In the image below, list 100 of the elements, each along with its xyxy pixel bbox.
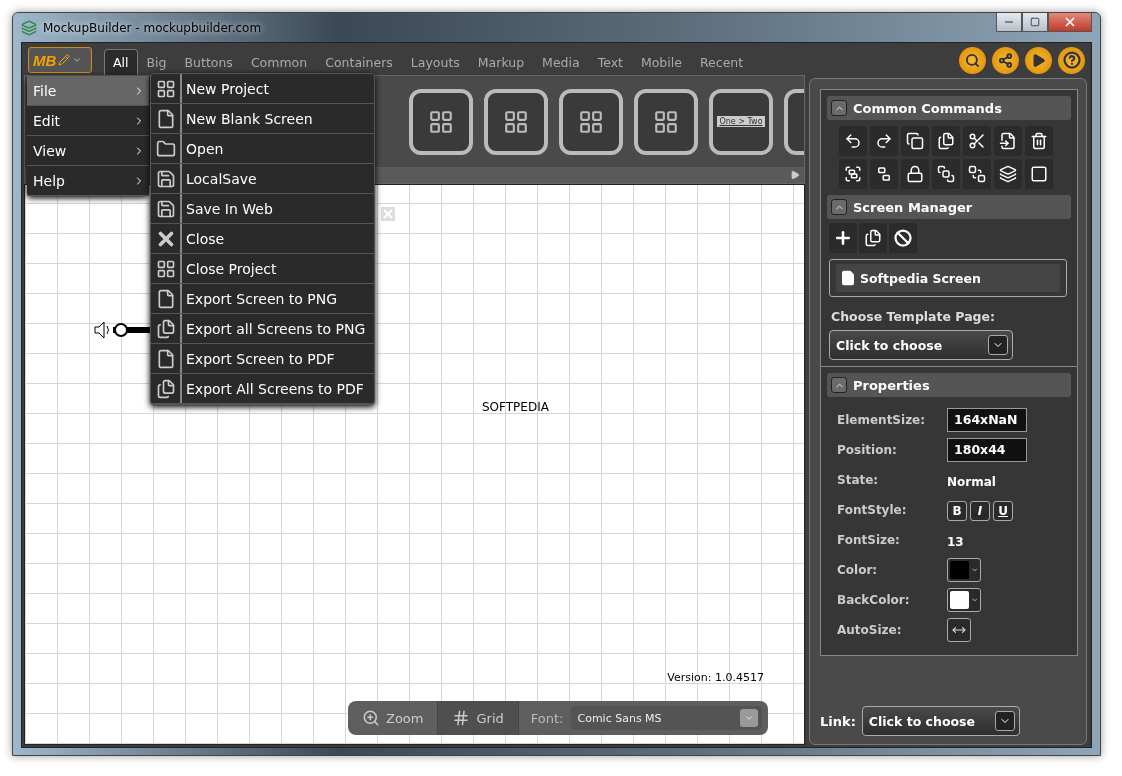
font-select[interactable]: Comic Sans MS [571, 706, 762, 730]
menu-item[interactable]: Help [27, 166, 149, 196]
category-tab[interactable]: Common [241, 49, 317, 75]
floppy-icon [155, 168, 176, 189]
command-button[interactable] [839, 126, 867, 156]
trash-icon [1030, 132, 1048, 150]
category-tab[interactable]: Recent [690, 49, 753, 75]
property-label: State: [837, 472, 880, 489]
font-label: Font: [530, 710, 564, 726]
font-style-button[interactable]: B [947, 500, 967, 521]
command-button[interactable] [963, 126, 991, 156]
command-button[interactable] [901, 159, 929, 189]
property-field[interactable]: 180x44 [947, 438, 1027, 462]
template-dropdown[interactable]: Click to choose [829, 330, 1013, 360]
delete-screen-button[interactable] [889, 223, 917, 253]
pages-icon [155, 318, 176, 339]
command-button[interactable] [932, 159, 960, 189]
submenu-item[interactable]: Export All Screens to PDF [151, 374, 374, 404]
component-tile[interactable] [484, 88, 548, 155]
undo-icon [844, 132, 862, 150]
help-button[interactable] [1058, 46, 1085, 74]
command-button[interactable] [839, 159, 867, 189]
component-tile[interactable]: One > Two [709, 88, 773, 155]
submenu-item[interactable]: Close Project [151, 254, 374, 284]
command-button[interactable] [994, 126, 1022, 156]
layers-icon [999, 165, 1017, 183]
collapse-button[interactable] [831, 100, 847, 116]
search-icon [965, 52, 980, 68]
category-tab[interactable]: Buttons [175, 49, 242, 75]
submenu-item[interactable]: New Blank Screen [151, 104, 374, 134]
menu-item[interactable]: File [27, 76, 149, 106]
grid-icon [428, 108, 454, 135]
group-icon [844, 165, 862, 183]
grid-icon [503, 108, 529, 135]
pencil-icon [58, 54, 71, 66]
command-button[interactable] [994, 159, 1022, 189]
submenu-item[interactable]: Export Screen to PDF [151, 344, 374, 374]
caret-icon [994, 711, 1015, 731]
caret-icon [970, 596, 978, 604]
section-title: Screen Manager [853, 199, 973, 215]
minimize-button[interactable] [996, 13, 1022, 32]
plus-icon [833, 228, 853, 248]
collapse-button[interactable] [831, 199, 847, 215]
component-tile[interactable] [409, 88, 473, 155]
submenu-item[interactable]: New Project [151, 74, 374, 104]
send-back-icon [968, 165, 986, 183]
grid-button[interactable]: Grid [438, 701, 519, 735]
category-tab[interactable]: Media [533, 49, 589, 75]
breadcrumb-preview: One > Two [717, 116, 765, 127]
command-button[interactable] [963, 159, 991, 189]
window-title: MockupBuilder - mockupbuilder.com [43, 20, 262, 35]
font-style-button[interactable]: I [970, 500, 990, 521]
color-picker[interactable] [947, 588, 981, 612]
category-tab[interactable]: Layouts [401, 49, 469, 75]
close-button[interactable] [1048, 13, 1092, 32]
submenu-item[interactable]: Open [151, 134, 374, 164]
menu-item[interactable]: Edit [27, 106, 149, 136]
submenu-item[interactable]: LocalSave [151, 164, 374, 194]
category-tab[interactable]: All [104, 49, 138, 75]
scroll-right-icon[interactable] [790, 170, 800, 180]
add-screen-button[interactable] [829, 223, 857, 253]
command-button[interactable] [1025, 159, 1053, 189]
submenu-item[interactable]: Export all Screens to PNG [151, 314, 374, 344]
command-button[interactable] [932, 126, 960, 156]
font-style-button[interactable]: U [993, 500, 1013, 521]
caret-icon [970, 566, 978, 574]
screen-item[interactable]: Softpedia Screen [836, 264, 1060, 292]
command-button[interactable] [870, 159, 898, 189]
link-dropdown[interactable]: Click to choose [861, 706, 1020, 736]
paste-icon [937, 132, 955, 150]
share-button[interactable] [992, 46, 1019, 74]
command-button[interactable] [901, 126, 929, 156]
submenu-item[interactable]: Close [151, 224, 374, 254]
template-label: Choose Template Page: [830, 308, 997, 326]
section-title: Properties [853, 377, 930, 393]
play-button[interactable] [1025, 46, 1052, 74]
menu-item[interactable]: View [27, 136, 149, 166]
category-tab[interactable]: Markup [468, 49, 534, 75]
collapse-button[interactable] [831, 377, 847, 393]
property-field[interactable]: 164xNaN [947, 408, 1027, 432]
submenu-item[interactable]: Save In Web [151, 194, 374, 224]
duplicate-screen-button[interactable] [859, 223, 887, 253]
category-tab[interactable]: Big [137, 49, 176, 75]
component-tile[interactable] [634, 88, 698, 155]
category-tab[interactable]: Text [588, 49, 632, 75]
search-button[interactable] [959, 46, 986, 74]
category-tab[interactable]: Mobile [631, 49, 691, 75]
maximize-button[interactable] [1022, 13, 1048, 32]
command-button[interactable] [870, 126, 898, 156]
component-tile[interactable] [559, 88, 623, 155]
lock-icon [906, 165, 924, 183]
ungroup-icon [875, 165, 893, 183]
grid-icon [578, 108, 604, 135]
color-picker[interactable] [947, 558, 981, 582]
section-title: Common Commands [853, 100, 1002, 116]
category-tab[interactable]: Containers [316, 49, 402, 75]
command-button[interactable] [1025, 126, 1053, 156]
submenu-item[interactable]: Export Screen to PNG [151, 284, 374, 314]
autosize-button[interactable] [947, 618, 971, 642]
logo-menu-button[interactable]: MB [28, 47, 92, 73]
